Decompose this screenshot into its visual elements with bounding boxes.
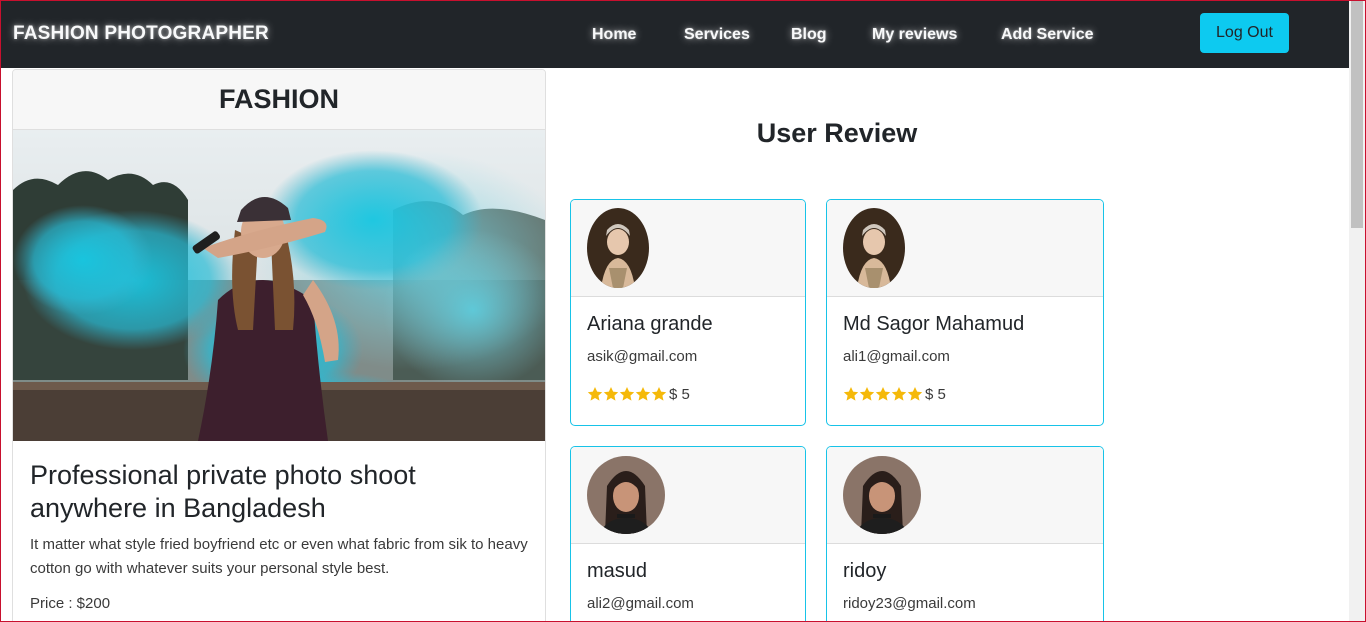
- star-icon: [843, 387, 859, 401]
- nav-link-services[interactable]: Services: [684, 26, 750, 44]
- star-icon: [875, 387, 891, 401]
- reviewer-name: Md Sagor Mahamud: [843, 313, 1025, 335]
- reviewer-email: ali1@gmail.com: [843, 348, 950, 365]
- star-icon: [859, 387, 875, 401]
- service-photo: [13, 130, 545, 441]
- star-icon: [907, 387, 923, 401]
- service-price: Price : $200: [30, 595, 111, 612]
- star-icon: [651, 387, 667, 401]
- portrait-avatar-icon: [587, 208, 649, 288]
- service-card-body: Professional private photo shoot anywher…: [13, 441, 545, 612]
- avatar: [587, 208, 649, 288]
- reviewer-name: masud: [587, 560, 648, 582]
- reviewer-email: ridoy23@gmail.com: [843, 595, 976, 612]
- star-icon: [603, 387, 619, 401]
- star-icon: [635, 387, 651, 401]
- star-rating: [843, 386, 923, 402]
- review-rating: $ 5: [587, 385, 805, 403]
- reviewer-email: ali2@gmail.com: [587, 595, 694, 612]
- service-card: FASHION Professional private photo shoot…: [12, 69, 546, 622]
- nav-link-my-reviews[interactable]: My reviews: [872, 26, 957, 44]
- review-card: Ariana grande asik@gmail.com $ 5: [570, 199, 806, 426]
- service-card-header: FASHION: [13, 70, 545, 130]
- nav-link-home[interactable]: Home: [592, 26, 636, 44]
- navbar: FASHION PHOTOGRAPHER Home Services Blog …: [1, 1, 1350, 68]
- star-rating: [587, 386, 667, 402]
- star-icon: [619, 387, 635, 401]
- nav-link-blog[interactable]: Blog: [791, 26, 827, 44]
- review-card-header: [571, 200, 805, 297]
- service-description: It matter what style fried boyfriend etc…: [30, 536, 528, 577]
- portrait-avatar-icon: [843, 208, 905, 288]
- review-card: Md Sagor Mahamud ali1@gmail.com $ 5: [826, 199, 1104, 426]
- page-scrollbar[interactable]: [1349, 1, 1365, 621]
- nav-link-add-service[interactable]: Add Service: [1001, 26, 1093, 44]
- service-photo-illustration: [13, 130, 545, 441]
- star-icon: [891, 387, 907, 401]
- avatar: [843, 456, 921, 534]
- reviewer-email: asik@gmail.com: [587, 348, 698, 365]
- logout-button[interactable]: Log Out: [1200, 13, 1289, 53]
- review-card: ridoy ridoy23@gmail.com: [826, 446, 1104, 622]
- woman-avatar-icon: [843, 456, 921, 534]
- rating-value: $ 5: [925, 385, 946, 403]
- scrollbar-thumb[interactable]: [1351, 1, 1363, 228]
- review-card-header: [827, 200, 1103, 297]
- review-card-header: [827, 447, 1103, 544]
- rating-value: $ 5: [669, 385, 690, 403]
- service-heading: Professional private photo shoot anywher…: [30, 460, 416, 523]
- star-icon: [587, 387, 603, 401]
- review-card-header: [571, 447, 805, 544]
- review-rating: $ 5: [843, 385, 1103, 403]
- avatar: [843, 208, 905, 288]
- user-review-title: User Review: [756, 118, 918, 148]
- reviewer-name: Ariana grande: [587, 313, 713, 335]
- review-card: masud ali2@gmail.com: [570, 446, 806, 622]
- brand-logo-text[interactable]: FASHION PHOTOGRAPHER: [13, 23, 269, 45]
- avatar: [587, 456, 665, 534]
- woman-avatar-icon: [587, 456, 665, 534]
- service-category-title: FASHION: [218, 84, 339, 114]
- reviewer-name: ridoy: [843, 560, 887, 582]
